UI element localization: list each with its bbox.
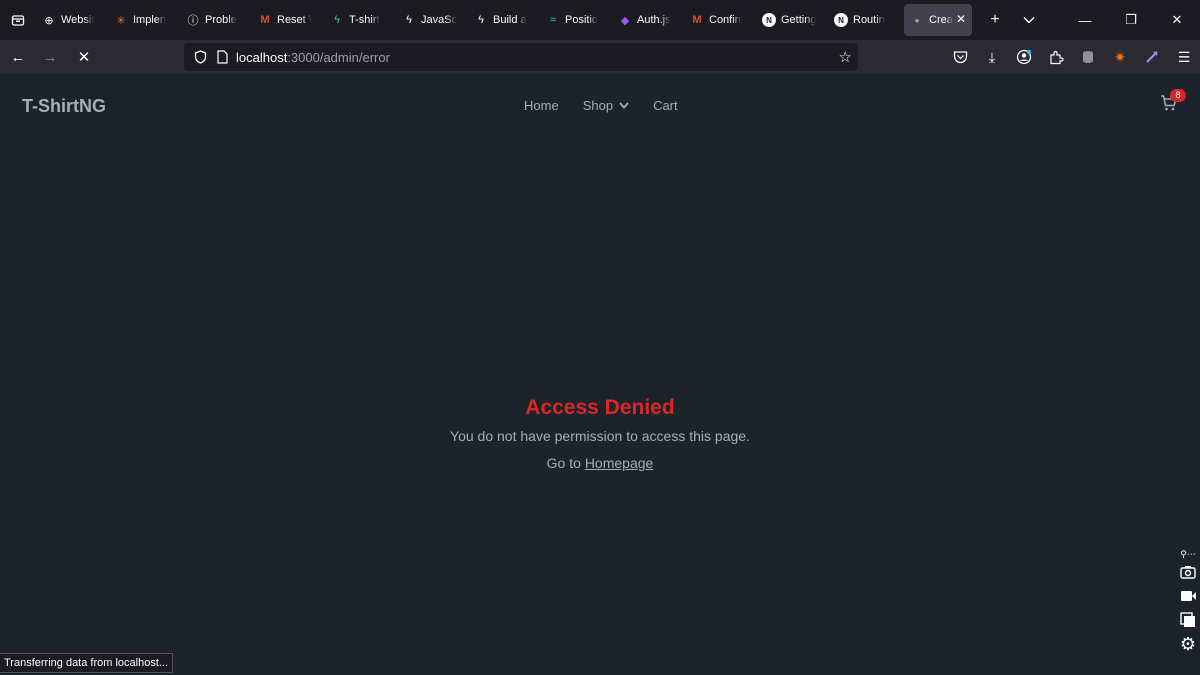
cart-count-badge: 8 bbox=[1170, 89, 1186, 102]
storage-icon[interactable] bbox=[1072, 41, 1104, 73]
toolbar-right: ⤓ ✷ ☰ bbox=[944, 40, 1200, 74]
chevron-down-icon bbox=[619, 102, 629, 109]
tab-list-icon bbox=[11, 15, 25, 26]
close-window-button[interactable]: ✕ bbox=[1154, 0, 1200, 40]
tab-item[interactable]: ⊕ Websit bbox=[36, 4, 108, 36]
bolt-icon: ϟ bbox=[334, 14, 340, 26]
gmail-icon: M bbox=[260, 14, 270, 26]
video-icon[interactable] bbox=[1180, 584, 1197, 608]
tab-item[interactable]: ϟ T-shirt bbox=[324, 4, 396, 36]
sparkle-icon: ✳ bbox=[116, 14, 126, 27]
chevron-down-icon[interactable] bbox=[1012, 0, 1046, 40]
burst-icon[interactable]: ✷ bbox=[1104, 41, 1136, 73]
url-host: localhost bbox=[236, 49, 288, 65]
extensions-icon[interactable] bbox=[1040, 41, 1072, 73]
globe-icon: ⊕ bbox=[44, 14, 54, 27]
url-bar[interactable]: localhost:3000/admin/error ☆ bbox=[184, 43, 858, 71]
cart-button[interactable]: 8 bbox=[1160, 89, 1186, 114]
bolt-icon: ϟ bbox=[478, 14, 484, 26]
tab-item[interactable]: ✳ Implen bbox=[108, 4, 180, 36]
tab-label: Getting bbox=[781, 14, 817, 26]
nav-toolbar: ← → ✕ localhost:3000/admin/error ☆ ⤓ ✷ ☰ bbox=[0, 40, 1200, 74]
tab-label: Routin bbox=[853, 14, 885, 26]
url-path: :3000/admin/error bbox=[287, 49, 390, 65]
tab-label: Positio bbox=[565, 14, 599, 26]
camera-icon[interactable] bbox=[1180, 560, 1196, 584]
tab-item[interactable]: N Getting bbox=[756, 4, 828, 36]
loading-dot-icon: ● bbox=[914, 15, 920, 25]
tab-label: JavaSc bbox=[421, 14, 458, 26]
page-icon[interactable] bbox=[214, 50, 230, 64]
info-icon: ⓘ bbox=[187, 15, 199, 27]
tab-label: Reset \ bbox=[277, 14, 312, 26]
nextjs-icon: N bbox=[834, 13, 848, 27]
brand-logo[interactable]: T-ShirtNG bbox=[22, 96, 106, 117]
nav-shop-label: Shop bbox=[582, 98, 614, 113]
bolt-icon: ϟ bbox=[406, 14, 412, 26]
tab-item[interactable]: M Confirr bbox=[684, 4, 756, 36]
stop-button[interactable]: ✕ bbox=[68, 41, 100, 73]
minimize-button[interactable]: — bbox=[1062, 0, 1108, 40]
restore-button[interactable]: ❐ bbox=[1108, 0, 1154, 40]
tab-label: Build a bbox=[493, 14, 527, 26]
windows-icon[interactable] bbox=[1180, 608, 1196, 632]
tab-item[interactable]: ϟ Build a bbox=[468, 4, 540, 36]
tab-label: Confirr bbox=[709, 14, 743, 26]
error-title: Access Denied bbox=[525, 396, 675, 419]
tab-item[interactable]: ϟ JavaSc bbox=[396, 4, 468, 36]
tab-list: ⊕ Websit ✳ Implen ⓘ Proble M Reset \ ϟ T-shirt ϟ Ja… bbox=[36, 4, 900, 36]
download-icon[interactable]: ⤓ bbox=[976, 41, 1008, 73]
homepage-link[interactable]: Homepage bbox=[585, 455, 654, 471]
go-home-line: Go to Homepage bbox=[0, 455, 1200, 471]
nextjs-icon: N bbox=[762, 13, 776, 27]
tailwind-icon: ≈ bbox=[549, 14, 557, 26]
tab-list-button[interactable] bbox=[0, 0, 36, 40]
close-icon[interactable]: ✕ bbox=[956, 12, 966, 26]
account-icon[interactable] bbox=[1008, 41, 1040, 73]
tab-label: Implen bbox=[133, 14, 167, 26]
tab-item[interactable]: ◆ Auth.js bbox=[612, 4, 684, 36]
tab-item[interactable]: M Reset \ bbox=[252, 4, 324, 36]
tab-strip: ⊕ Websit ✳ Implen ⓘ Proble M Reset \ ϟ T-shirt ϟ Ja… bbox=[0, 0, 1200, 40]
new-tab-button[interactable]: + bbox=[978, 0, 1012, 40]
bookmark-star-icon[interactable]: ☆ bbox=[839, 48, 852, 66]
pocket-icon[interactable] bbox=[944, 41, 976, 73]
main-nav: Home Shop Cart bbox=[512, 96, 690, 115]
back-button[interactable]: ← bbox=[2, 41, 34, 73]
tab-label: Crea bbox=[929, 14, 953, 26]
tab-active[interactable]: ● Crea ✕ bbox=[904, 4, 972, 36]
tab-label: Auth.js bbox=[637, 14, 671, 26]
tab-label: Proble bbox=[205, 14, 237, 26]
nav-shop[interactable]: Shop bbox=[571, 96, 641, 115]
side-toolbar: ⚲⋯ ⚙ bbox=[1176, 548, 1200, 656]
shield-icon: ◆ bbox=[620, 14, 630, 27]
menu-icon[interactable]: ☰ bbox=[1168, 41, 1200, 73]
forward-button[interactable]: → bbox=[34, 41, 66, 73]
error-panel: Access Denied You do not have permission… bbox=[0, 396, 1200, 482]
more-icon[interactable]: ⚲⋯ bbox=[1180, 548, 1196, 560]
gmail-icon: M bbox=[692, 14, 702, 26]
go-to-text: Go to bbox=[546, 455, 581, 471]
tab-label: Websit bbox=[61, 14, 95, 26]
nav-cart[interactable]: Cart bbox=[641, 96, 690, 115]
error-message: You do not have permission to access thi… bbox=[450, 428, 750, 444]
status-bar: Transferring data from localhost... bbox=[0, 653, 174, 673]
site-header: T-ShirtNG Home Shop Cart 8 bbox=[0, 74, 1200, 138]
gear-icon[interactable]: ⚙ bbox=[1180, 632, 1196, 656]
shield-icon[interactable] bbox=[192, 50, 208, 64]
window-controls: — ❐ ✕ bbox=[1062, 0, 1200, 40]
nav-home[interactable]: Home bbox=[512, 96, 571, 115]
tab-item[interactable]: N Routin bbox=[828, 4, 900, 36]
pen-icon[interactable] bbox=[1136, 41, 1168, 73]
tab-item[interactable]: ⓘ Proble bbox=[180, 4, 252, 36]
tab-item[interactable]: ≈ Positio bbox=[540, 4, 612, 36]
tab-label: T-shirt bbox=[349, 14, 380, 26]
page-viewport: T-ShirtNG Home Shop Cart 8 Access Denied… bbox=[0, 74, 1200, 675]
